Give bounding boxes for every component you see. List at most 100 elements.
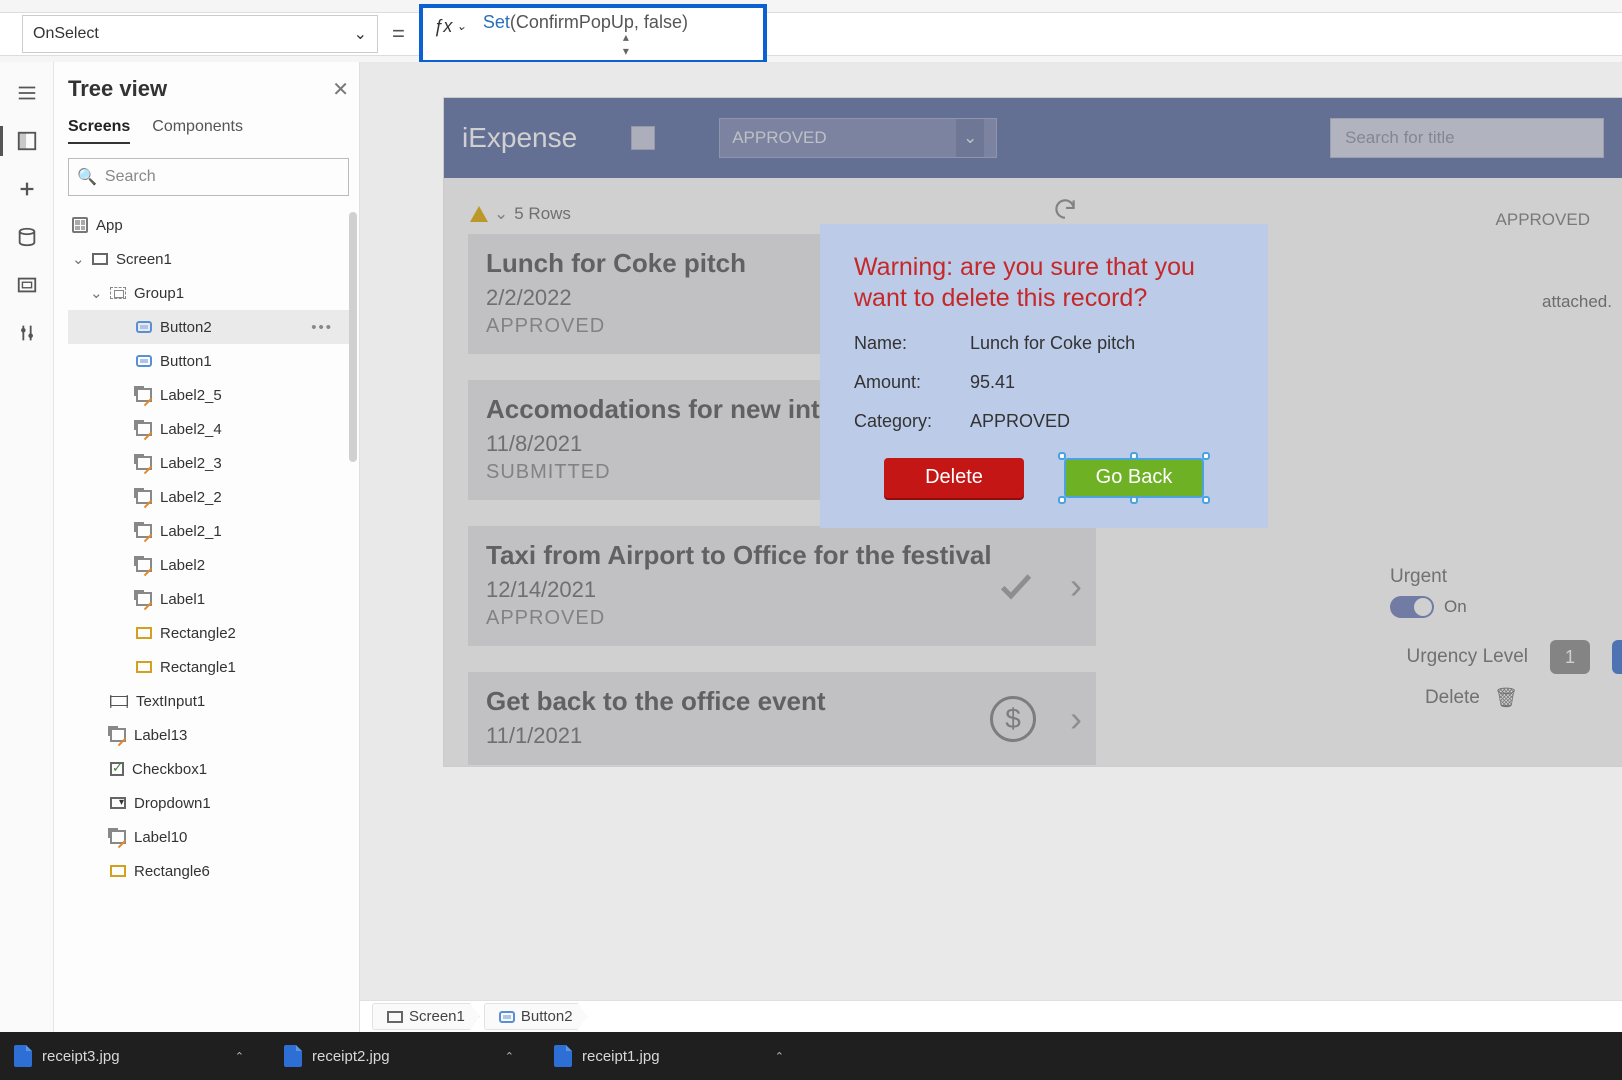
chevron-down-icon: ⌄: [354, 24, 367, 44]
chevron-up-icon[interactable]: ⌃: [505, 1050, 514, 1063]
chevron-right-icon[interactable]: ›: [1070, 698, 1082, 740]
media-icon[interactable]: [14, 274, 40, 296]
selection-handle[interactable]: [1058, 452, 1066, 460]
tree-view-title: Tree view: [68, 76, 167, 102]
urgency-badge-1[interactable]: 1: [1550, 640, 1590, 674]
taskbar-item[interactable]: receipt1.jpg ⌃: [554, 1045, 784, 1067]
tree-item-rectangle2[interactable]: Rectangle2: [68, 616, 349, 650]
tools-icon[interactable]: [14, 322, 40, 344]
selection-handle[interactable]: [1130, 496, 1138, 504]
app-preview: iExpense APPROVED ⌄ Search for title ⌄ 5…: [444, 98, 1622, 766]
hamburger-icon[interactable]: [14, 82, 40, 104]
data-icon[interactable]: [14, 226, 40, 248]
tree-view-icon[interactable]: [14, 130, 40, 152]
chk-icon: [110, 762, 124, 776]
tree-item-rectangle6[interactable]: Rectangle6: [68, 854, 349, 888]
fx-button[interactable]: ƒx⌄: [423, 12, 477, 40]
tree-item-label2[interactable]: Label2: [68, 548, 349, 582]
tree-item-label13[interactable]: Label13: [68, 718, 349, 752]
scrollbar[interactable]: [349, 212, 357, 462]
title-search-input[interactable]: Search for title: [1330, 118, 1604, 158]
tree-item-button1[interactable]: Button1: [68, 344, 349, 378]
check-icon: [996, 566, 1036, 606]
tree-item-textinput1[interactable]: TextInput1: [68, 684, 349, 718]
formula-input-wrap[interactable]: ƒx⌄ Set(ConfirmPopUp, false) ▴▾: [419, 4, 767, 64]
screen-icon: [387, 1011, 403, 1023]
formula-args: (ConfirmPopUp, false): [510, 12, 688, 32]
tree-item-button2[interactable]: Button2•••: [68, 310, 349, 344]
left-rail: [0, 62, 54, 1080]
selection-handle[interactable]: [1202, 452, 1210, 460]
delete-button[interactable]: Delete: [884, 458, 1024, 498]
resize-handle-icon[interactable]: ▴▾: [623, 30, 629, 58]
tree-item-app[interactable]: App: [68, 208, 349, 242]
formula-text[interactable]: Set(ConfirmPopUp, false): [483, 12, 688, 33]
app-title: iExpense: [462, 122, 577, 154]
selection-handle[interactable]: [1130, 452, 1138, 460]
tree-item-screen1[interactable]: ⌄Screen1: [68, 242, 349, 276]
crumb-screen1[interactable]: Screen1: [372, 1003, 480, 1030]
confirm-popup: Warning: are you sure that you want to d…: [820, 224, 1268, 528]
header-checkbox[interactable]: [631, 126, 655, 150]
screen-breadcrumb: Screen1 Button2: [360, 1000, 1622, 1032]
tree-item-label2_5[interactable]: Label2_5: [68, 378, 349, 412]
tree-item-group1[interactable]: ⌄Group1: [68, 276, 349, 310]
search-placeholder: Search for title: [1345, 128, 1455, 148]
go-back-button[interactable]: Go Back: [1064, 458, 1204, 498]
crumb-button2[interactable]: Button2: [484, 1003, 588, 1030]
selection-handle[interactable]: [1202, 496, 1210, 504]
group-icon: [110, 287, 126, 299]
tree-search[interactable]: 🔍 Search: [68, 158, 349, 196]
tab-screens[interactable]: Screens: [68, 118, 130, 144]
tree-item-dropdown1[interactable]: Dropdown1: [68, 786, 349, 820]
taskbar-item[interactable]: receipt3.jpg ⌃: [14, 1045, 244, 1067]
urgent-toggle[interactable]: [1390, 596, 1434, 618]
tree-item-checkbox1[interactable]: Checkbox1: [68, 752, 349, 786]
more-icon[interactable]: •••: [311, 319, 333, 336]
tree-item-label10[interactable]: Label10: [68, 820, 349, 854]
chevron-down-icon: ⌄: [494, 204, 508, 224]
field-value: APPROVED: [970, 411, 1070, 432]
tree-item-label2_1[interactable]: Label2_1: [68, 514, 349, 548]
label-icon: [136, 592, 152, 606]
tree-item-label2_3[interactable]: Label2_3: [68, 446, 349, 480]
app-header: iExpense APPROVED ⌄ Search for title: [444, 98, 1622, 178]
label-icon: [110, 728, 126, 742]
tree-list: App⌄Screen1⌄Group1Button2•••Button1Label…: [68, 208, 349, 888]
field-label: Category:: [854, 411, 940, 432]
popup-warning: Warning: are you sure that you want to d…: [854, 252, 1234, 315]
expense-card[interactable]: Taxi from Airport to Office for the fest…: [468, 526, 1096, 646]
detail-status: APPROVED: [1496, 210, 1590, 230]
trash-icon[interactable]: 🗑: [1494, 686, 1518, 710]
tree-item-label2_2[interactable]: Label2_2: [68, 480, 349, 514]
card-status: APPROVED: [486, 607, 1078, 630]
screen-icon: [92, 253, 108, 265]
dd-icon: [110, 797, 126, 809]
button-icon: [499, 1011, 515, 1023]
close-icon[interactable]: ✕: [332, 77, 349, 102]
insert-icon[interactable]: [14, 178, 40, 200]
selection-handle[interactable]: [1058, 496, 1066, 504]
urgency-badge-2[interactable]: [1612, 640, 1622, 674]
refresh-icon[interactable]: [1052, 196, 1078, 222]
txtin-icon: [110, 696, 128, 706]
expense-card[interactable]: Get back to the office event11/1/2021$›: [468, 672, 1096, 765]
tree-item-label1[interactable]: Label1: [68, 582, 349, 616]
popup-field: Amount:95.41: [854, 372, 1234, 393]
tab-components[interactable]: Components: [152, 118, 243, 144]
taskbar-item[interactable]: receipt2.jpg ⌃: [284, 1045, 514, 1067]
tree-item-rectangle1[interactable]: Rectangle1: [68, 650, 349, 684]
chevron-right-icon[interactable]: ›: [1070, 565, 1082, 607]
tree-view-pane: Tree view ✕ Screens Components 🔍 Search …: [54, 62, 360, 1080]
btn-icon: [136, 355, 152, 367]
chevron-up-icon[interactable]: ⌃: [235, 1050, 244, 1063]
chevron-up-icon[interactable]: ⌃: [775, 1050, 784, 1063]
field-label: Amount:: [854, 372, 940, 393]
property-selector[interactable]: OnSelect ⌄: [22, 15, 378, 53]
rect-icon: [110, 865, 126, 877]
label-icon: [136, 456, 152, 470]
status-dropdown[interactable]: APPROVED ⌄: [719, 118, 997, 158]
formula-function: Set: [483, 12, 510, 32]
chevron-down-icon: ⌄: [72, 250, 84, 268]
tree-item-label2_4[interactable]: Label2_4: [68, 412, 349, 446]
